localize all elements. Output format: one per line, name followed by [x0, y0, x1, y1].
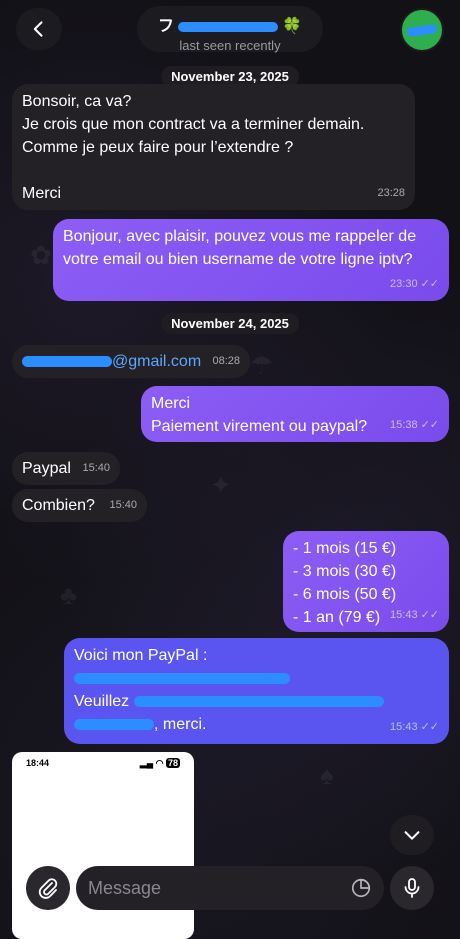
- message-time: 15:38 ✓✓: [390, 414, 439, 437]
- clover-icon: 🍀: [282, 18, 302, 35]
- back-button[interactable]: [16, 8, 62, 50]
- chevron-down-icon: [404, 831, 420, 840]
- doodle-icon: ✿: [30, 240, 52, 270]
- message-outgoing[interactable]: Voici mon PayPal : Veuillez , merci. 15:…: [64, 638, 449, 744]
- double-check-icon: ✓✓: [420, 278, 439, 290]
- message-time: 15:43 ✓✓: [390, 716, 439, 739]
- message-text: Combien?: [22, 497, 95, 514]
- thumbnail-status-icons: ▂▄ ◠ 78: [139, 758, 180, 768]
- redaction: [406, 23, 438, 37]
- microphone-icon: [404, 878, 420, 898]
- message-time: 15:43 ✓✓: [390, 604, 439, 627]
- doodle-icon: ✦: [210, 470, 232, 500]
- sticker-icon[interactable]: [350, 877, 372, 899]
- thumbnail-time: 18:44: [26, 758, 50, 768]
- message-time-value: 08:28: [212, 355, 240, 367]
- message-line-text: Veuillez: [74, 693, 134, 710]
- redaction: [74, 673, 290, 685]
- message-time-value: 23:28: [377, 187, 405, 199]
- doodle-icon: ♣: [60, 580, 78, 610]
- message-time-value: 15:43: [390, 609, 418, 621]
- message-line: [74, 667, 439, 690]
- message-time: 08:28: [212, 350, 240, 373]
- redaction: [178, 21, 279, 32]
- doodle-icon: ☂: [250, 350, 274, 380]
- scroll-down-button[interactable]: [390, 815, 434, 855]
- redaction: [133, 696, 384, 708]
- double-check-icon: ✓✓: [420, 609, 439, 621]
- contact-name: フ 🍀: [137, 12, 323, 36]
- message-time: 23:30 ✓✓: [390, 273, 439, 296]
- message-incoming[interactable]: Combien? 15:40: [12, 489, 147, 522]
- message-composer: [76, 866, 384, 910]
- message-outgoing[interactable]: Merci Paiement virement ou paypal? 15:38…: [141, 386, 449, 442]
- message-outgoing[interactable]: - 1 mois (15 €) - 3 mois (30 €) - 6 mois…: [283, 531, 449, 632]
- message-text: Bonsoir, ca va? Je crois que mon contrac…: [22, 93, 365, 202]
- message-text: Paypal: [22, 460, 71, 477]
- message-line: Voici mon PayPal :: [74, 647, 208, 664]
- battery-icon: 78: [165, 758, 180, 768]
- message-time-value: 15:38: [390, 419, 418, 431]
- chevron-left-icon: [33, 21, 43, 37]
- message-time: 15:40: [109, 494, 137, 517]
- double-check-icon: ✓✓: [420, 419, 439, 431]
- contact-info[interactable]: フ 🍀 last seen recently: [137, 6, 323, 53]
- message-incoming[interactable]: @gmail.com 08:28: [12, 345, 250, 378]
- message-line: , merci.: [74, 713, 439, 736]
- message-line-text: , merci.: [154, 716, 207, 733]
- paperclip-icon: [38, 878, 58, 899]
- message-time-value: 23:30: [390, 278, 418, 290]
- redaction: [74, 719, 154, 731]
- thumbnail-status-bar: 18:44 ▂▄ ◠ 78: [12, 752, 194, 775]
- message-time-value: 15:40: [82, 462, 110, 474]
- date-separator: November 24, 2025: [161, 313, 299, 334]
- message-text: @gmail.com: [112, 353, 202, 370]
- message-time-value: 15:40: [109, 499, 137, 511]
- chat-header: フ 🍀 last seen recently: [0, 0, 460, 60]
- message-time: 15:40: [82, 457, 110, 480]
- attach-button[interactable]: [26, 866, 70, 910]
- avatar[interactable]: [400, 8, 444, 52]
- message-text: Bonjour, avec plaisir, pouvez vous me ra…: [63, 228, 417, 268]
- redaction: [22, 356, 112, 368]
- contact-name-visible: フ: [158, 18, 175, 35]
- message-time: 23:28: [377, 182, 405, 205]
- message-input[interactable]: [88, 877, 350, 899]
- double-check-icon: ✓✓: [420, 721, 439, 733]
- doodle-icon: ♠: [320, 760, 334, 790]
- image-thumbnail[interactable]: 18:44 ▂▄ ◠ 78: [12, 752, 194, 939]
- message-incoming[interactable]: Bonsoir, ca va? Je crois que mon contrac…: [12, 84, 415, 210]
- message-incoming[interactable]: Paypal 15:40: [12, 452, 120, 485]
- contact-status: last seen recently: [179, 38, 281, 53]
- microphone-button[interactable]: [390, 866, 434, 910]
- message-line: Veuillez: [74, 690, 439, 713]
- message-time-value: 15:43: [390, 721, 418, 733]
- message-outgoing[interactable]: Bonjour, avec plaisir, pouvez vous me ra…: [53, 219, 449, 301]
